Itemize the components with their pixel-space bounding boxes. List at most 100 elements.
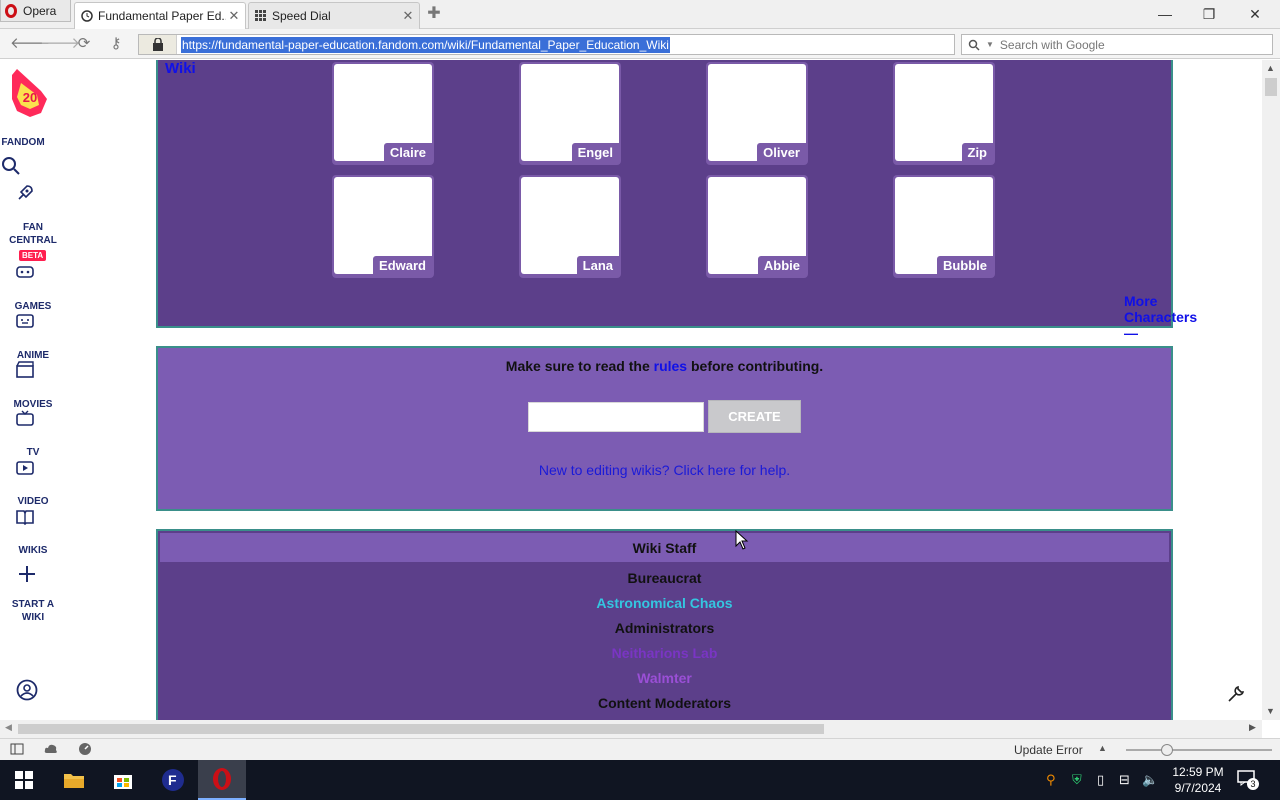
- clapperboard-icon[interactable]: [15, 360, 35, 380]
- volume-muted-icon[interactable]: 🔈: [1142, 772, 1158, 788]
- tab-label: Fundamental Paper Ed...: [98, 9, 226, 23]
- file-explorer-icon[interactable]: [50, 760, 98, 800]
- wikis-label[interactable]: WIKIS: [0, 544, 66, 557]
- search-tray-icon[interactable]: ⚲: [1046, 772, 1056, 788]
- search-placeholder: Search with Google: [999, 37, 1105, 52]
- rules-link[interactable]: rules: [654, 358, 687, 374]
- notification-count: 3: [1247, 778, 1259, 790]
- editing-help-link[interactable]: New to editing wikis? Click here for hel…: [158, 462, 1171, 478]
- opera-menu-label: Opera: [23, 3, 57, 18]
- store-icon[interactable]: [99, 760, 147, 800]
- character-name: Zip: [961, 143, 993, 162]
- character-name: Edward: [373, 256, 432, 275]
- address-field[interactable]: https://fundamental-paper-education.fand…: [138, 34, 955, 55]
- notifications-icon[interactable]: 3: [1237, 770, 1259, 790]
- character-name: Engel: [571, 143, 619, 162]
- scroll-left-icon[interactable]: ◀: [5, 722, 12, 733]
- restore-icon[interactable]: ❐: [1187, 0, 1231, 28]
- character-name: Claire: [383, 143, 432, 162]
- search-engine-dropdown-icon[interactable]: ▼: [986, 40, 994, 49]
- zoom-slider-track[interactable]: [1126, 749, 1272, 751]
- usb-tray-icon[interactable]: ▯: [1097, 772, 1104, 788]
- tv-icon[interactable]: [15, 409, 35, 429]
- search-icon[interactable]: [1, 156, 21, 176]
- contribute-box: Make sure to read the rules before contr…: [156, 346, 1173, 511]
- mouse-cursor-icon: [735, 530, 749, 550]
- scroll-down-icon[interactable]: ▼: [1266, 706, 1275, 716]
- close-window-icon[interactable]: ✕: [1233, 0, 1277, 28]
- admin-user-link[interactable]: Walmter: [158, 670, 1171, 686]
- content-moderators-title: Content Moderators: [598, 695, 731, 711]
- minimize-icon[interactable]: —: [1143, 0, 1187, 28]
- close-tab-icon[interactable]: ✕: [226, 8, 242, 24]
- reload-icon[interactable]: ⟳: [74, 35, 94, 53]
- create-page-input[interactable]: [528, 402, 704, 432]
- plus-icon[interactable]: [17, 564, 37, 584]
- update-dropdown-icon[interactable]: ▲: [1098, 743, 1107, 753]
- opera-unite-icon[interactable]: [44, 743, 58, 755]
- tab-fandom[interactable]: Fundamental Paper Ed... ✕: [74, 2, 246, 29]
- security-tray-icon[interactable]: ⛨: [1072, 772, 1082, 788]
- vertical-scroll-thumb[interactable]: [1265, 78, 1277, 96]
- rules-text-after: before contributing.: [687, 358, 824, 374]
- opera-taskbar-icon[interactable]: [198, 760, 246, 800]
- create-button[interactable]: CREATE: [708, 400, 801, 433]
- url-text[interactable]: https://fundamental-paper-education.fand…: [181, 36, 670, 53]
- svg-text:F: F: [168, 772, 177, 788]
- horizontal-scroll-thumb[interactable]: [18, 724, 824, 734]
- opera-menu-button[interactable]: Opera: [0, 0, 71, 22]
- clock-time: 12:59 PM: [1172, 765, 1224, 779]
- beta-badge: BETA: [19, 250, 47, 261]
- character-card-oliver[interactable]: Oliver: [706, 62, 808, 165]
- windows-start-icon[interactable]: [0, 760, 48, 800]
- turbo-icon[interactable]: [78, 742, 92, 756]
- lock-icon[interactable]: [139, 35, 177, 54]
- update-error-text[interactable]: Update Error: [1014, 743, 1083, 757]
- character-card-bubble[interactable]: Bubble: [893, 175, 995, 278]
- character-card-abbie[interactable]: Abbie: [706, 175, 808, 278]
- rocket-icon[interactable]: [15, 183, 35, 203]
- fandom-app-icon[interactable]: F: [149, 760, 197, 800]
- character-card-lana[interactable]: Lana: [519, 175, 621, 278]
- fandom-label[interactable]: FANDOM: [0, 136, 56, 149]
- tab-speed-dial[interactable]: Speed Dial ✕: [248, 2, 420, 29]
- start-wiki-line2: WIKI: [21, 612, 45, 623]
- start-wiki-label[interactable]: START A WIKI: [0, 598, 66, 624]
- horizontal-scrollbar[interactable]: ◀ ▶: [0, 720, 1262, 738]
- user-account-icon[interactable]: [16, 679, 38, 701]
- book-icon[interactable]: [15, 507, 35, 527]
- wiki-link[interactable]: Wiki: [165, 60, 196, 77]
- zoom-slider-knob[interactable]: [1161, 744, 1173, 756]
- clock[interactable]: 12:59 PM 9/7/2024: [1168, 764, 1228, 796]
- character-card-claire[interactable]: Claire: [332, 62, 434, 165]
- opera-logo-icon: [5, 3, 17, 18]
- character-card-edward[interactable]: Edward: [332, 175, 434, 278]
- tab-bar: Opera Fundamental Paper Ed... ✕ Speed Di…: [0, 0, 1280, 29]
- status-bar: Update Error ▲: [0, 738, 1280, 760]
- gamepad-icon[interactable]: [15, 262, 35, 282]
- wiki-staff-heading: Wiki Staff: [160, 533, 1169, 562]
- admin-user-link[interactable]: Neitharions Lab: [158, 645, 1171, 661]
- panel-toggle-icon[interactable]: [10, 743, 24, 755]
- more-characters-link[interactable]: More Characters —: [1124, 293, 1197, 341]
- administrators-title: Administrators: [614, 620, 715, 636]
- anime-face-icon[interactable]: [15, 311, 35, 331]
- new-tab-icon[interactable]: ✚: [426, 6, 442, 22]
- video-play-icon[interactable]: [15, 458, 35, 478]
- forward-icon[interactable]: 🡒: [40, 35, 80, 53]
- fandom-anniversary-logo[interactable]: 20: [11, 69, 49, 117]
- key-icon[interactable]: ⚷: [106, 35, 126, 53]
- character-card-engel[interactable]: Engel: [519, 62, 621, 165]
- scroll-right-icon[interactable]: ▶: [1249, 722, 1256, 733]
- vertical-scrollbar[interactable]: ▲ ▼: [1262, 60, 1280, 720]
- search-field[interactable]: ▼ Search with Google: [961, 34, 1273, 55]
- network-tray-icon[interactable]: ⊟: [1119, 772, 1130, 788]
- character-card-zip[interactable]: Zip: [893, 62, 995, 165]
- fan-central-label[interactable]: FAN CENTRAL: [0, 221, 66, 247]
- back-icon[interactable]: 🡐: [10, 35, 50, 53]
- bureaucrat-user-link[interactable]: Astronomical Chaos: [158, 595, 1171, 611]
- wrench-icon[interactable]: [1226, 684, 1246, 704]
- search-icon: [968, 39, 980, 51]
- close-tab-icon[interactable]: ✕: [400, 8, 416, 24]
- scroll-up-icon[interactable]: ▲: [1266, 63, 1275, 73]
